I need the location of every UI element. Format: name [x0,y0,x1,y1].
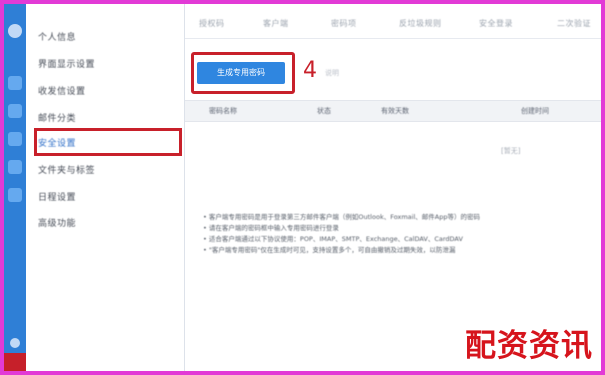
table-empty-state: [暂无] [501,147,521,155]
notes-list: • 客户端专用密码是用于登录第三方邮件客户端（例如Outlook、Foxmail… [203,212,601,256]
help-icon[interactable] [10,338,20,348]
menu-item-folders-labels[interactable]: 文件夹与标签 [38,162,178,180]
main-panel: 授权码 客户端 密码项 反垃圾规则 安全登录 二次验证 生成专用密码 4 说明 … [185,4,601,371]
tab-two-factor[interactable]: 二次验证 [557,18,591,29]
avatar-icon[interactable] [8,24,22,38]
tab-password[interactable]: 密码项 [331,18,357,29]
menu-item-display[interactable]: 界面显示设置 [38,56,178,74]
menu-item-calendar[interactable]: 日程设置 [38,189,178,207]
note-item: • 客户端专用密码是用于登录第三方邮件客户端（例如Outlook、Foxmail… [203,213,480,221]
generate-password-button[interactable]: 生成专用密码 [197,62,285,84]
tab-anti-spam[interactable]: 反垃圾规则 [399,18,442,29]
menu-item-profile[interactable]: 个人信息 [38,29,178,47]
settings-icon[interactable] [4,353,26,371]
app-window: 1 个人信息 界面显示设置 收发信设置 邮件分类 安全设置 文件夹与标签 日程设… [4,4,601,371]
app-rail [4,4,26,371]
password-table-header: 密码名称 状态 有效天数 创建时间 [185,100,601,122]
tab-client[interactable]: 客户端 [263,18,289,29]
hint-text: 说明 [325,69,339,77]
column-name: 密码名称 [209,107,237,115]
column-valid-days: 有效天数 [381,107,409,115]
highlight-box-security [34,128,182,156]
document-icon[interactable] [8,160,22,174]
note-item: • 请在客户端的密码框中输入专用密码进行登录 [203,224,339,232]
settings-tabs: 授权码 客户端 密码项 反垃圾规则 安全登录 二次验证 [185,14,601,39]
watermark: 配资资讯 [465,328,593,364]
menu-item-advanced[interactable]: 高级功能 [38,215,178,233]
note-item: • 适合客户端通过以下协议使用：POP、IMAP、SMTP、Exchange、C… [203,235,463,243]
mail-icon[interactable] [8,76,22,90]
settings-menu: 个人信息 界面显示设置 收发信设置 邮件分类 安全设置 文件夹与标签 日程设置 … [26,4,210,371]
tab-secure-login[interactable]: 安全登录 [479,18,513,29]
apps-grid-icon[interactable] [8,188,22,202]
menu-item-mail-category[interactable]: 邮件分类 [38,110,178,128]
column-created: 创建时间 [521,107,549,115]
tab-auth-code[interactable]: 授权码 [199,18,225,29]
menu-item-mail-send-receive[interactable]: 收发信设置 [38,83,178,101]
annotation-step-4: 4 [303,58,317,83]
note-item: • "客户端专用密码"仅在生成时可见，支持设置多个，可自由撤销及过期失效，以防泄… [203,246,456,254]
column-status: 状态 [317,107,331,115]
calendar-icon[interactable] [8,132,22,146]
contacts-icon[interactable] [8,104,22,118]
